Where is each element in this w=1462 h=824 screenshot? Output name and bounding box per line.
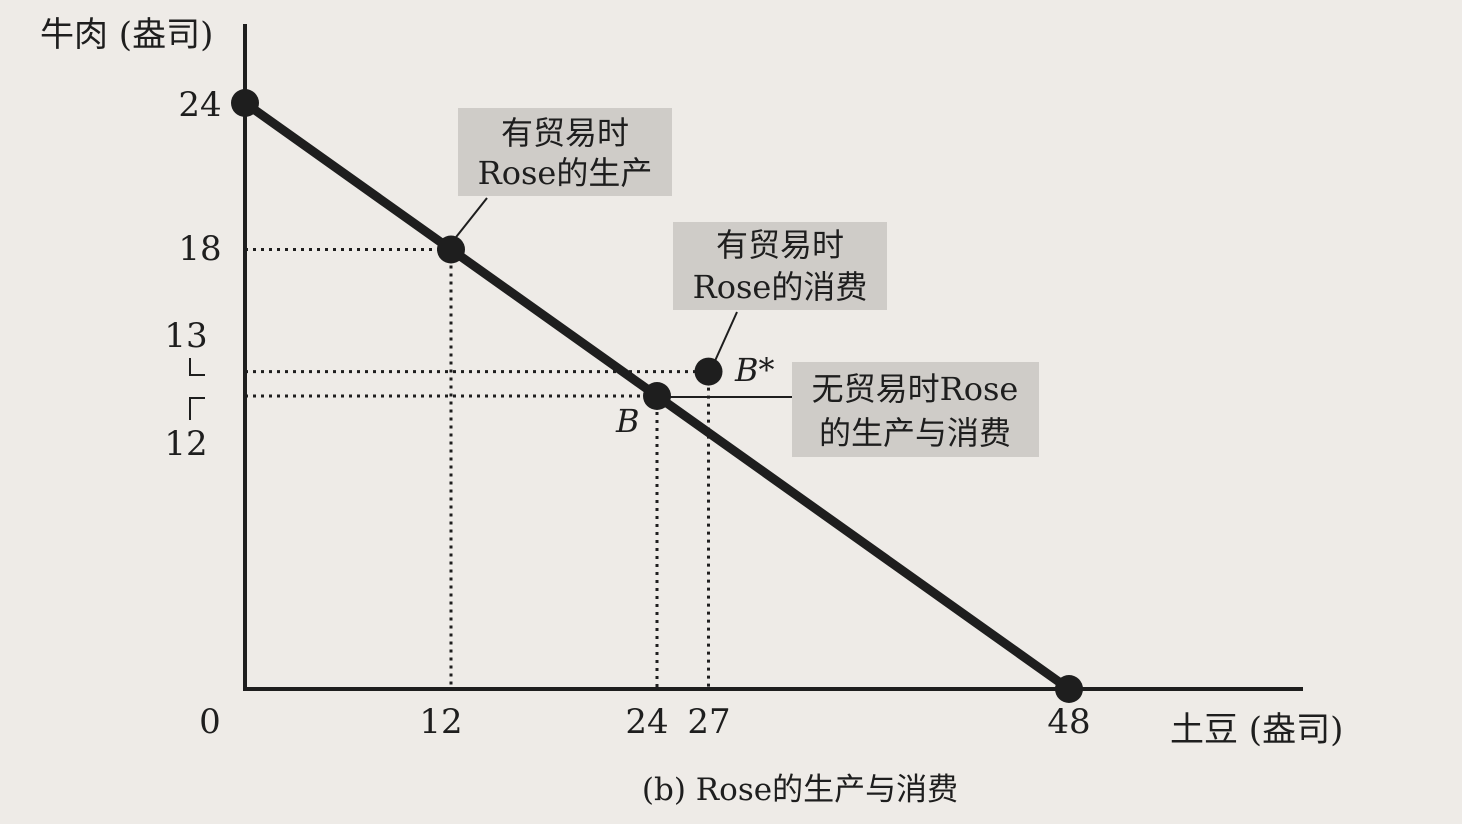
x-tick-48: 48 (1047, 702, 1090, 742)
x-tick-27: 27 (687, 702, 730, 742)
x-tick-24: 24 (625, 702, 668, 742)
callout-without-trade-line-1: 无贸易时Rose (812, 370, 1019, 408)
origin-label: 0 (199, 702, 221, 742)
y-tick-24: 24 (178, 85, 221, 125)
y-tick-12: 12 (164, 424, 207, 464)
data-point-production-with-trade (437, 235, 465, 264)
dotted-guide-lines (245, 248, 710, 689)
callout-production-line-2: Rose的生产 (478, 154, 653, 192)
callout-production-line-1: 有贸易时 (501, 114, 629, 152)
y-tick-18: 18 (178, 229, 221, 269)
x-tick-12: 12 (419, 702, 462, 742)
y-axis-title: 牛肉 (盎司) (40, 15, 213, 55)
callout-consumption-line-2: Rose的消费 (693, 268, 868, 306)
callout-consumption-line-1: 有贸易时 (716, 226, 844, 264)
data-point-endpoint-y (231, 89, 259, 117)
bracket-y-13 (189, 358, 205, 376)
x-axis-title: 土豆 (盎司) (1170, 710, 1343, 750)
callout-without-trade-line-2: 的生产与消费 (819, 414, 1011, 452)
figure-caption: (b) Rose的生产与消费 (642, 772, 958, 808)
bracket-y-12 (189, 397, 205, 420)
data-point-point-B-star (694, 357, 723, 386)
data-point-point-B (643, 382, 671, 410)
data-point-endpoint-x (1055, 675, 1083, 703)
point-label-B: B (615, 402, 640, 440)
point-label-B-star: B* (734, 351, 775, 389)
chart-canvas: 0 24 18 13 12 12 24 27 48 牛肉 (盎司) 土豆 (盎司… (40, 15, 1343, 808)
chart-figure: 0 24 18 13 12 12 24 27 48 牛肉 (盎司) 土豆 (盎司… (0, 0, 1462, 824)
y-tick-13: 13 (164, 316, 207, 356)
